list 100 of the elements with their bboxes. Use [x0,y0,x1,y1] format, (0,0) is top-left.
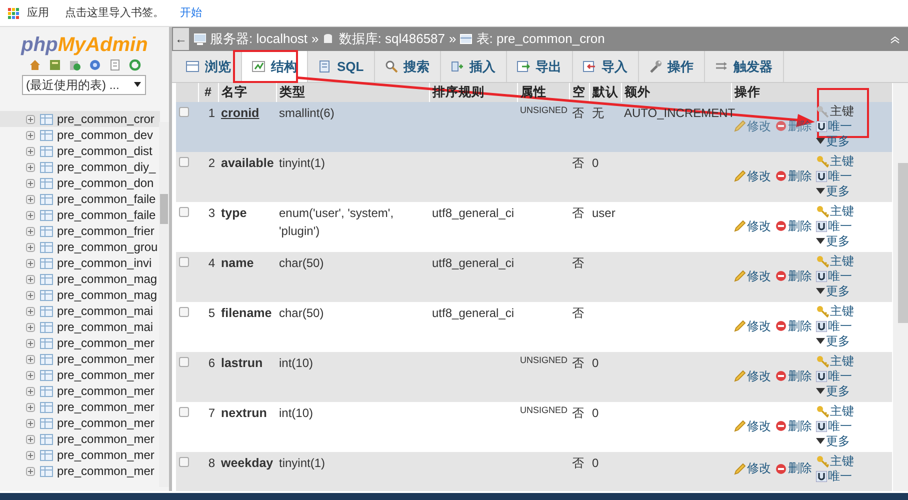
scrollbar[interactable] [892,83,908,491]
tab[interactable]: 触发器 [704,51,784,82]
expand-icon[interactable] [26,323,35,332]
table-tree-item[interactable]: pre_common_dist [0,143,160,159]
table-tree-item[interactable]: pre_common_faile [0,207,160,223]
expand-icon[interactable] [26,355,35,364]
row-checkbox[interactable] [179,156,189,167]
expand-icon[interactable] [26,211,35,220]
index-action-link[interactable]: 更多 [816,134,854,149]
table-tree-item[interactable]: pre_common_mer [0,399,160,415]
row-checkbox[interactable] [179,456,189,467]
start-link[interactable]: 开始 [180,4,202,22]
index-action-link[interactable]: 唯一 [816,118,854,134]
action-link[interactable]: 删除 [775,404,812,449]
action-link[interactable]: 修改 [734,204,771,249]
action-link[interactable]: 修改 [734,404,771,449]
index-action-link[interactable]: 唯一 [816,318,854,334]
index-action-link[interactable]: 更多 [816,384,854,399]
table-tree-item[interactable]: pre_common_invi [0,255,160,271]
index-action-link[interactable]: 主键 [816,354,854,369]
index-action-link[interactable]: 更多 [816,184,854,199]
collapse-icon[interactable] [890,36,900,44]
index-action-link[interactable]: 唯一 [816,268,854,284]
server-breadcrumb-link[interactable]: 服务器: localhost [210,29,308,49]
index-action-link[interactable]: 主键 [816,404,854,419]
home-icon[interactable] [28,59,40,71]
action-link[interactable]: 修改 [734,304,771,349]
table-tree-item[interactable]: pre_common_mer [0,431,160,447]
expand-icon[interactable] [26,467,35,476]
expand-icon[interactable] [26,131,35,140]
action-link[interactable]: 修改 [734,354,771,399]
row-checkbox[interactable] [179,106,189,117]
expand-icon[interactable] [26,259,35,268]
table-tree-item[interactable]: pre_common_faile [0,191,160,207]
logo[interactable]: phpMyAdmin [0,27,169,55]
index-action-link[interactable]: 更多 [816,284,854,299]
index-action-link[interactable]: 唯一 [816,218,854,234]
expand-icon[interactable] [26,147,35,156]
scrollbar-thumb[interactable] [160,194,168,224]
action-link[interactable]: 删除 [775,354,812,399]
expand-icon[interactable] [26,227,35,236]
expand-icon[interactable] [26,387,35,396]
table-tree-item[interactable]: pre_common_mer [0,415,160,431]
table-tree-item[interactable]: pre_common_mer [0,383,160,399]
action-link[interactable]: 修改 [734,154,771,199]
table-tree-item[interactable]: pre_common_cror [0,111,160,127]
index-action-link[interactable]: 主键 [816,154,854,169]
row-checkbox[interactable] [179,406,189,417]
index-action-link[interactable]: 主键 [816,304,854,319]
table-tree-item[interactable]: pre_common_mer [0,463,160,479]
action-link[interactable]: 删除 [775,304,812,349]
table-tree-item[interactable]: pre_common_diy_ [0,159,160,175]
expand-icon[interactable] [26,371,35,380]
action-link[interactable]: 修改 [734,454,771,484]
expand-icon[interactable] [26,195,35,204]
apps-icon[interactable] [8,8,19,18]
index-action-link[interactable]: 唯一 [816,368,854,384]
index-action-link[interactable]: 主键 [816,254,854,269]
expand-icon[interactable] [26,163,35,172]
table-tree-item[interactable]: pre_common_mag [0,287,160,303]
row-checkbox[interactable] [179,356,189,367]
action-link[interactable]: 删除 [775,154,812,199]
tab[interactable]: 搜索 [374,51,441,82]
expand-icon[interactable] [26,243,35,252]
expand-icon[interactable] [26,339,35,348]
expand-icon[interactable] [26,179,35,188]
row-checkbox[interactable] [179,206,189,217]
table-tree-item[interactable]: pre_common_mai [0,303,160,319]
tab[interactable]: 导出 [506,51,573,82]
index-action-link[interactable]: 更多 [816,234,854,249]
table-breadcrumb-link[interactable]: 表: pre_common_cron [476,29,605,49]
index-action-link[interactable]: 唯一 [816,468,854,484]
action-link[interactable]: 删除 [775,454,812,484]
document-icon[interactable] [108,59,120,71]
index-action-link[interactable]: 主键 [816,454,854,469]
expand-icon[interactable] [26,451,35,460]
table-tree-item[interactable]: pre_common_frier [0,223,160,239]
expand-icon[interactable] [26,291,35,300]
expand-icon[interactable] [26,115,35,124]
table-tree-item[interactable]: pre_common_mai [0,319,160,335]
index-action-link[interactable]: 更多 [816,334,854,349]
table-tree-item[interactable]: pre_common_don [0,175,160,191]
table-tree-item[interactable]: pre_common_mag [0,271,160,287]
table-tree-item[interactable]: pre_common_mer [0,335,160,351]
expand-icon[interactable] [26,275,35,284]
table-tree-item[interactable]: pre_common_mer [0,351,160,367]
recent-tables-dropdown[interactable]: (最近使用的表) ... [22,75,146,95]
collapse-button[interactable]: ← [172,27,190,51]
index-action-link[interactable]: 更多 [816,434,854,449]
action-link[interactable]: 修改 [734,254,771,299]
expand-icon[interactable] [26,403,35,412]
action-link[interactable]: 删除 [775,204,812,249]
tab[interactable]: 插入 [440,51,507,82]
action-link[interactable]: 删除 [775,254,812,299]
expand-icon[interactable] [26,435,35,444]
table-tree-item[interactable]: pre_common_dev [0,127,160,143]
row-checkbox[interactable] [179,306,189,317]
table-tree-item[interactable]: pre_common_mer [0,367,160,383]
apps-link[interactable]: 应用 [27,4,49,22]
tab[interactable]: 操作 [638,51,705,82]
